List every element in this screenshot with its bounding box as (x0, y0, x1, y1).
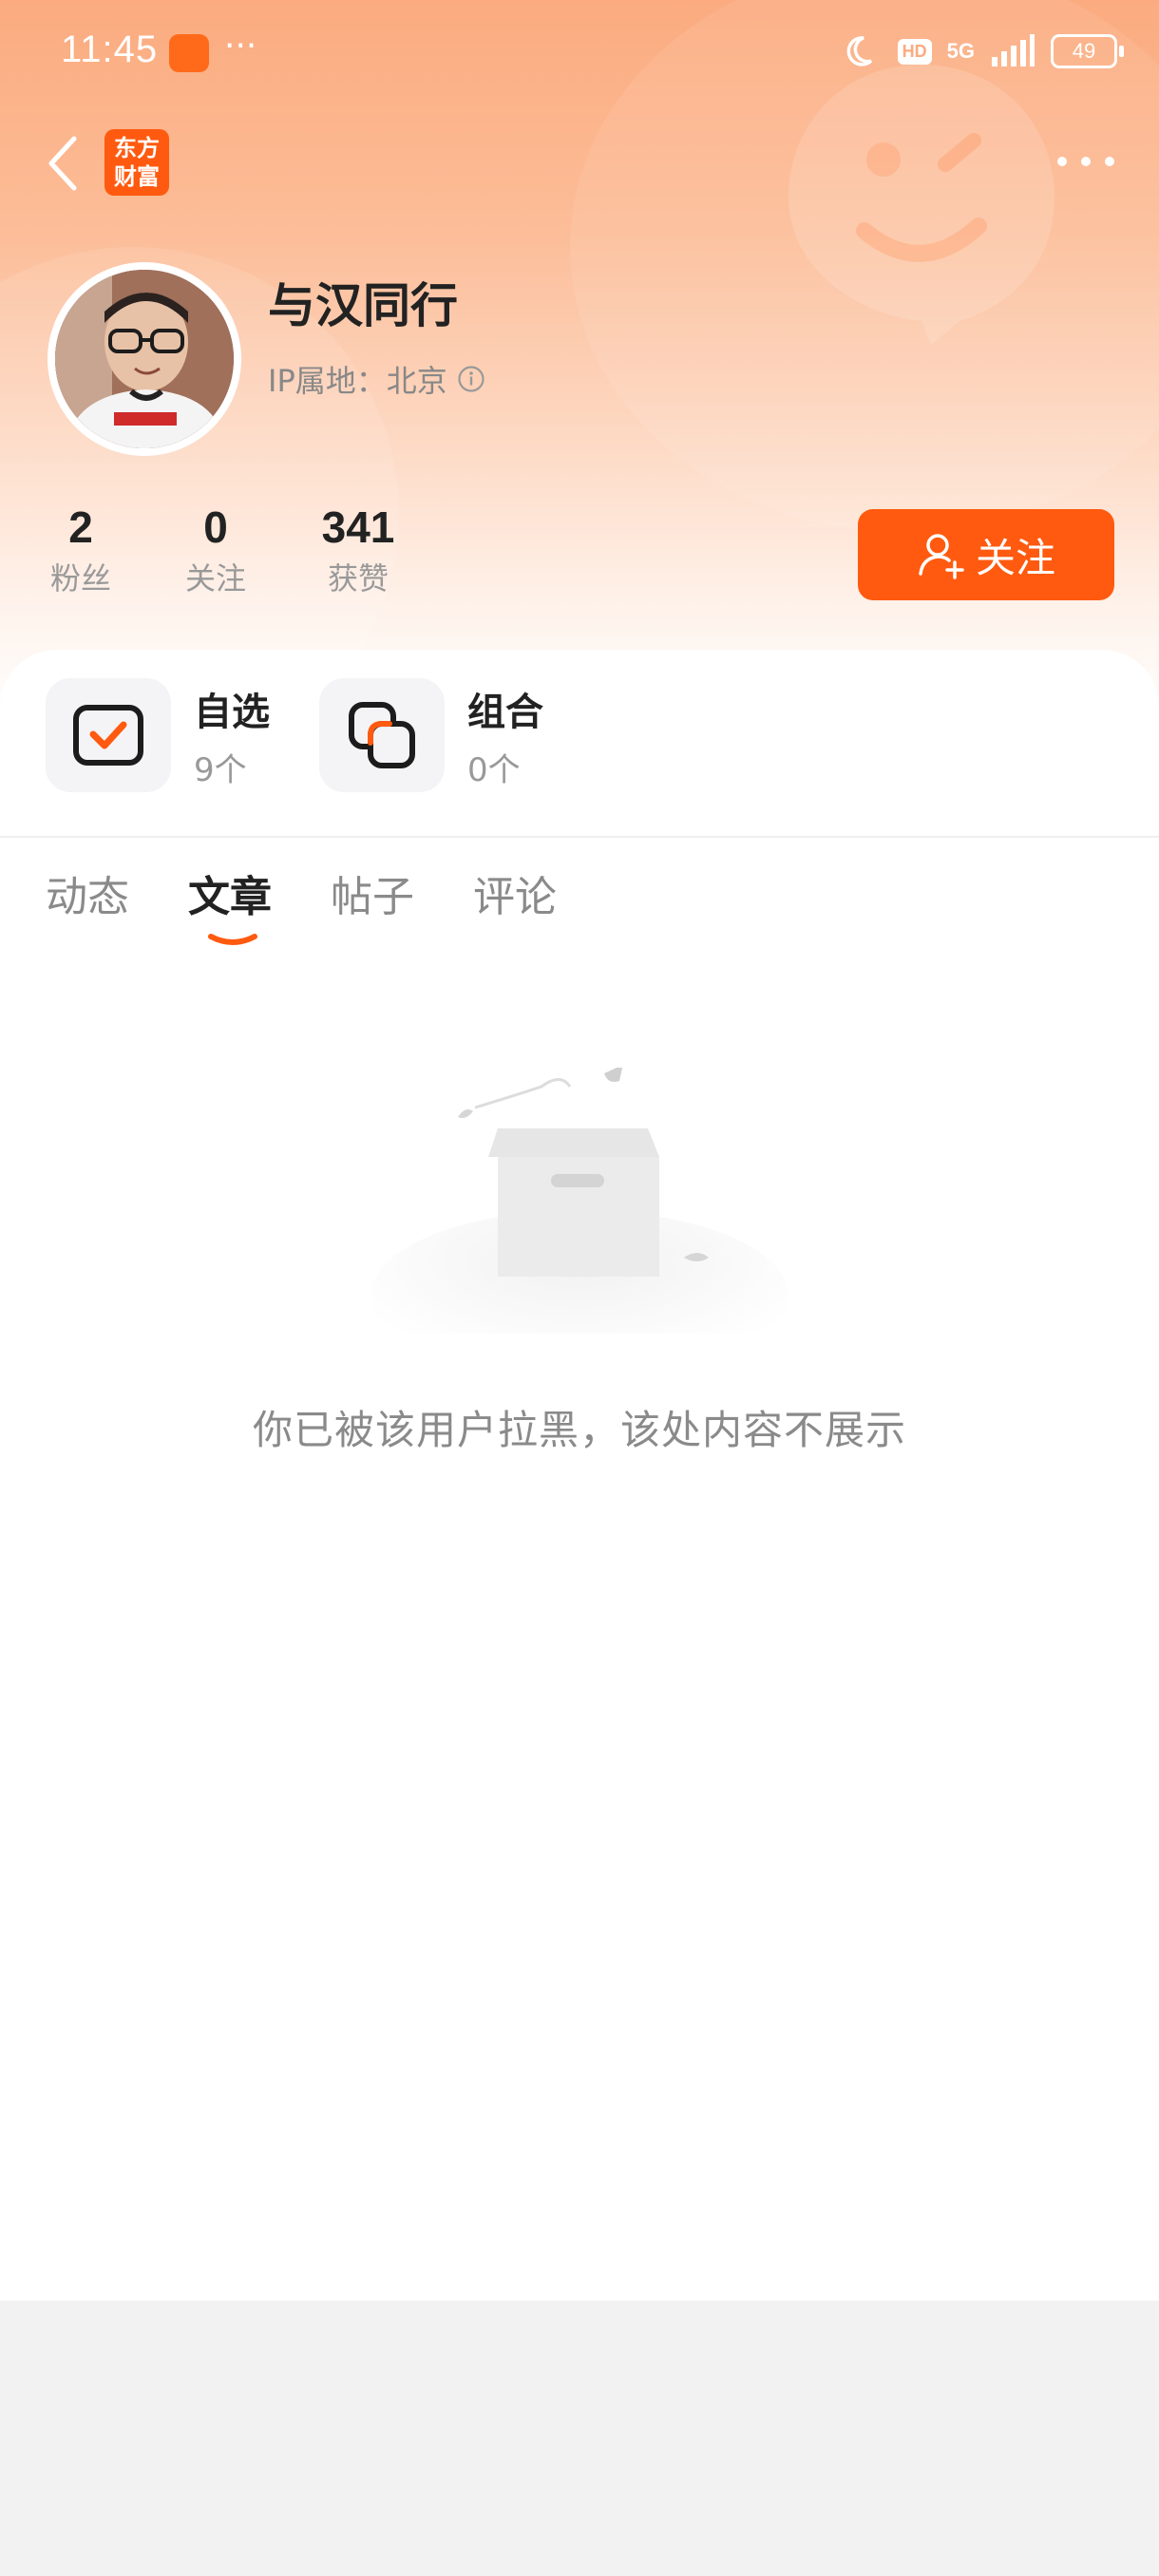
app-logo-text: 东方 财富 (114, 135, 160, 190)
empty-state-message: 你已被该用户拉黑，该处内容不展示 (252, 1407, 906, 1453)
stat-following[interactable]: 0 关注 (173, 502, 258, 598)
signal-icon (992, 34, 1035, 66)
content-card: 自选 9个 组合 0个 动态 文章 帖子 评论 你已被该用户拉黑，该处内容不展示 (0, 650, 1159, 2301)
stat-fans-count: 2 (68, 502, 93, 552)
checked-box-icon (46, 678, 171, 792)
stat-likes-label: 获赞 (327, 560, 389, 597)
username: 与汉同行 (268, 278, 458, 333)
shortcut-watchlist-count: 9个 (194, 750, 247, 789)
moon-icon (846, 36, 872, 66)
add-user-icon (919, 534, 964, 579)
hd-badge: HD (897, 38, 932, 65)
status-bar: 11:45 ··· HD 5G 49 (0, 0, 1159, 106)
tab-bar: 动态 文章 帖子 评论 (0, 862, 1159, 948)
stat-following-label: 关注 (184, 560, 246, 597)
avatar[interactable] (48, 262, 241, 456)
active-tab-indicator (208, 934, 257, 945)
tab-articles[interactable]: 文章 (188, 862, 272, 923)
empty-box-illustration (370, 1068, 788, 1334)
network-type: 5G (946, 39, 975, 63)
ip-location: IP属地：北京 (268, 357, 485, 401)
more-notifications-icon: ··· (224, 27, 257, 66)
more-options-icon[interactable] (1053, 142, 1119, 180)
follow-button-label: 关注 (975, 534, 1055, 581)
status-right-group: HD 5G 49 (845, 32, 1124, 70)
stat-following-count: 0 (203, 502, 228, 552)
overlap-squares-icon (319, 678, 445, 792)
shortcut-portfolio-count: 0个 (467, 750, 521, 789)
stat-fans-label: 粉丝 (49, 560, 111, 597)
tab-dynamics[interactable]: 动态 (46, 862, 129, 923)
divider (0, 836, 1159, 838)
info-icon[interactable] (457, 365, 485, 393)
avatar-photo (55, 270, 234, 448)
app-logo: 东方 财富 (104, 129, 169, 196)
shortcut-watchlist-title: 自选 (194, 690, 270, 734)
tab-posts[interactable]: 帖子 (331, 862, 414, 923)
battery-indicator: 49 (1051, 34, 1124, 68)
tab-comments[interactable]: 评论 (473, 862, 557, 923)
shortcut-watchlist[interactable]: 自选 9个 (46, 678, 270, 792)
shopping-app-icon (169, 34, 209, 72)
ip-location-text: IP属地：北京 (268, 363, 447, 399)
stat-likes-count: 341 (321, 502, 395, 552)
stat-likes[interactable]: 341 获赞 (306, 502, 410, 598)
shortcut-portfolio[interactable]: 组合 0个 (319, 678, 543, 792)
status-time: 11:45 (61, 28, 159, 70)
shortcut-portfolio-title: 组合 (467, 690, 543, 734)
stat-fans[interactable]: 2 粉丝 (38, 502, 124, 598)
follow-button[interactable]: 关注 (858, 509, 1114, 600)
back-arrow-icon[interactable] (42, 133, 84, 194)
